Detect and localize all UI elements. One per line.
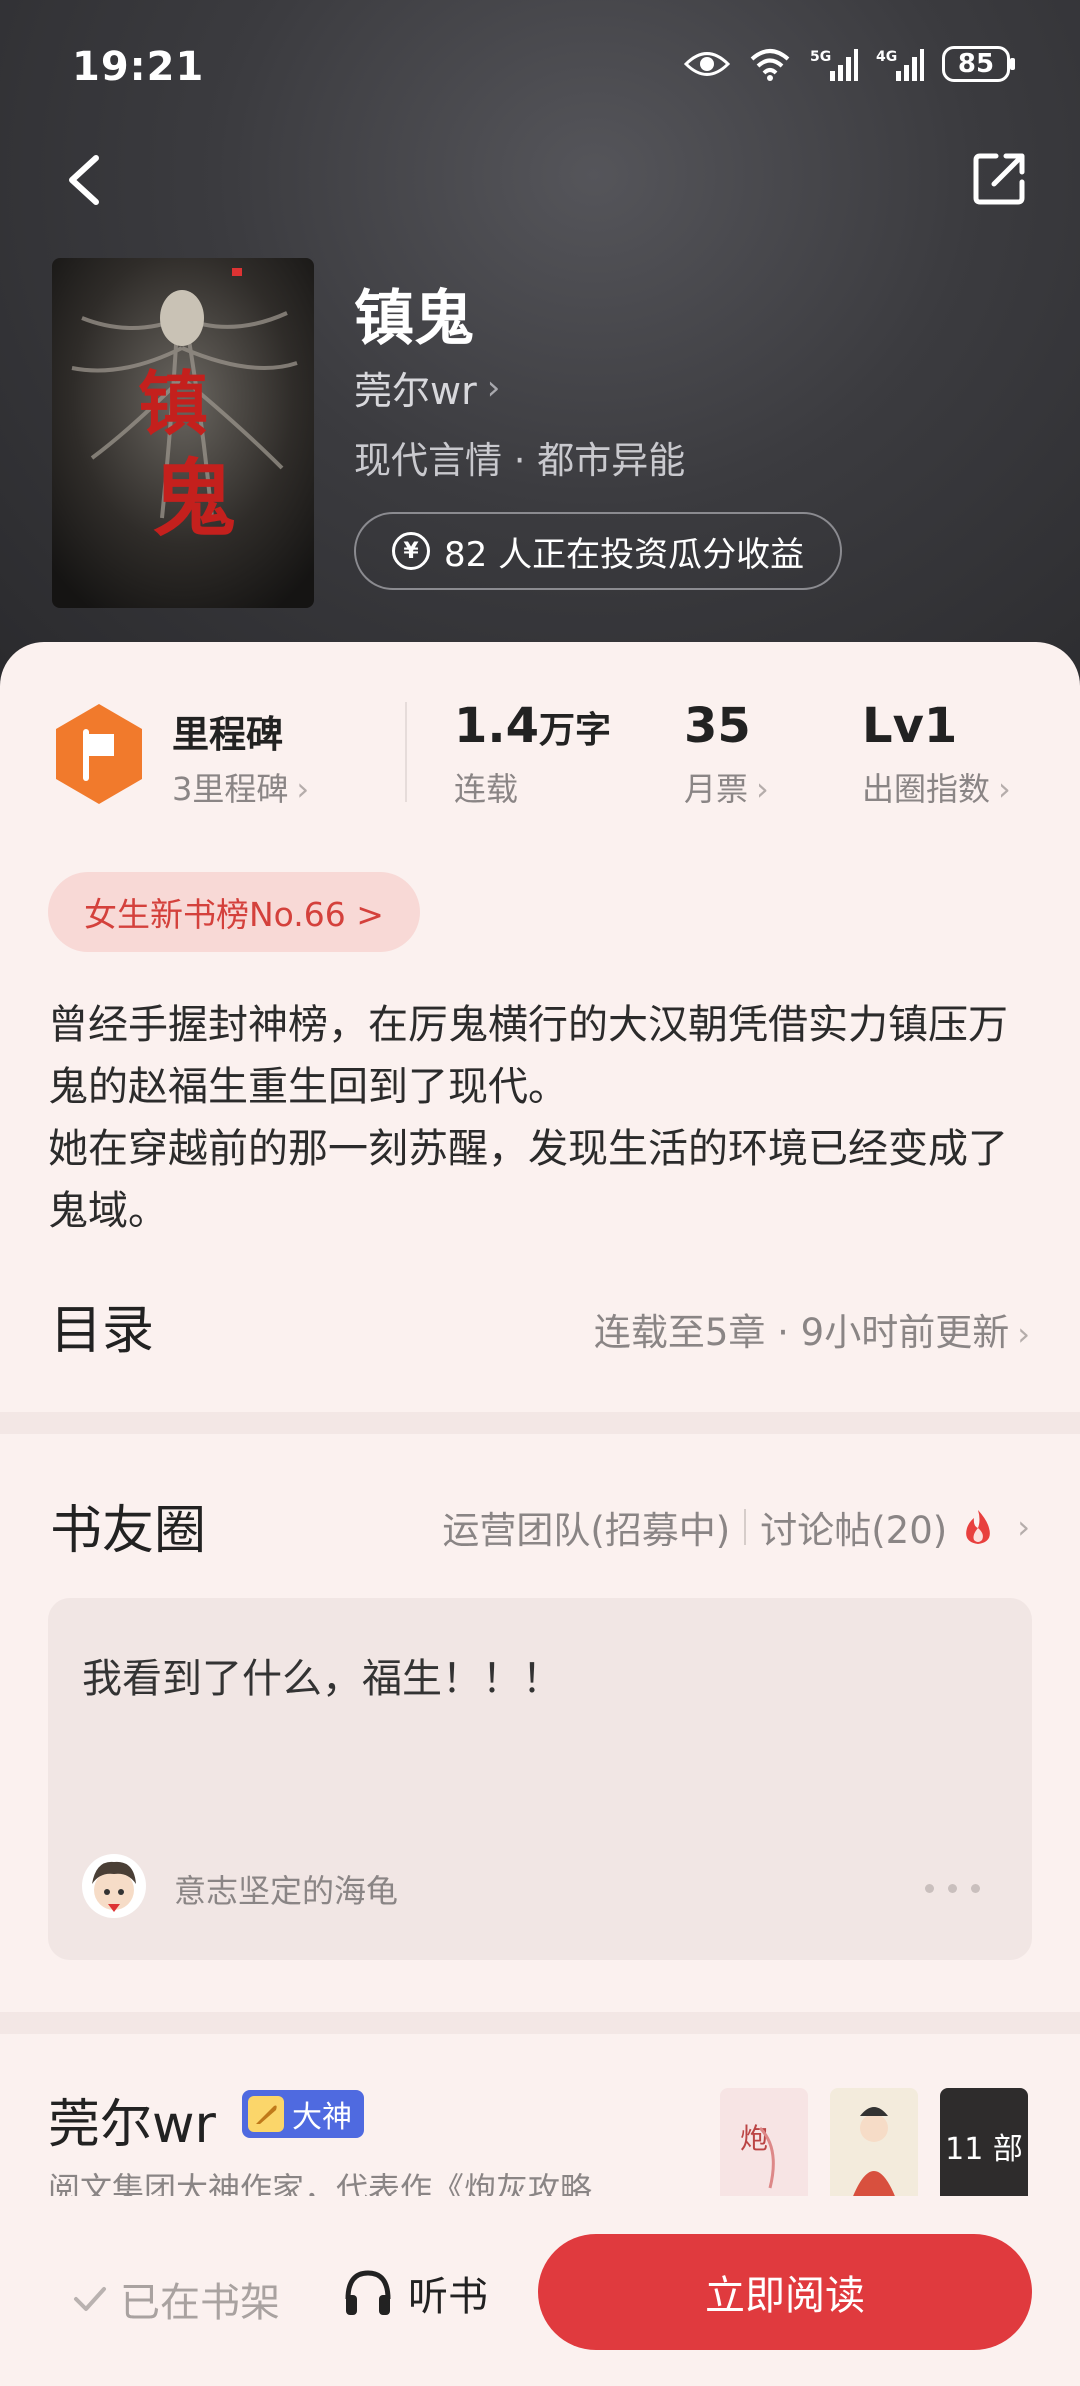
share-icon[interactable] bbox=[970, 148, 1030, 208]
toc-link[interactable]: 连载至5章 · 9小时前更新 › bbox=[594, 1302, 1030, 1356]
chevron-right-icon: › bbox=[756, 770, 769, 808]
great-god-badge: 大神 bbox=[242, 2090, 364, 2138]
section-separator bbox=[0, 2012, 1080, 2034]
popularity-level-value: Lv1 bbox=[862, 698, 958, 754]
work-cover[interactable] bbox=[830, 2088, 918, 2204]
signal-5g-icon: 5G bbox=[810, 49, 858, 81]
book-cover[interactable]: 镇 鬼 bbox=[52, 258, 314, 608]
description-paragraph: 曾经手握封神榜，在厉鬼横行的大汉朝凭借实力镇压万鬼的赵福生重生回到了现代。 bbox=[48, 1002, 1008, 1110]
book-circle-title: 书友圈 bbox=[50, 1501, 207, 1561]
rank-tag[interactable]: 女生新书榜No.66 > bbox=[48, 872, 420, 952]
svg-text:炮: 炮 bbox=[740, 2122, 768, 2155]
on-shelf-button[interactable]: 已在书架 bbox=[72, 2270, 280, 2328]
work-cover[interactable]: 炮 bbox=[720, 2088, 808, 2204]
cover-art: 镇 鬼 bbox=[52, 258, 314, 608]
avatar[interactable] bbox=[82, 1854, 146, 1918]
chevron-right-icon: › bbox=[486, 367, 501, 408]
status-time: 19:21 bbox=[72, 44, 205, 90]
section-separator bbox=[0, 1412, 1080, 1434]
author-section-name[interactable]: 莞尔wr bbox=[48, 2082, 216, 2157]
book-circle-links: 运营团队(招募中) 讨论帖(20) › bbox=[442, 1500, 1030, 1554]
milestone-label: 里程碑 bbox=[172, 713, 283, 756]
headphones-icon bbox=[345, 2270, 391, 2315]
invest-button[interactable]: ¥ 82 人正在投资瓜分收益 bbox=[354, 512, 843, 590]
back-arrow-icon[interactable] bbox=[60, 150, 110, 210]
description-paragraph: 她在穿越前的那一刻苏醒，发现生活的环境已经变成了鬼域。 bbox=[48, 1126, 1008, 1234]
book-title: 镇鬼 bbox=[354, 284, 474, 354]
divider bbox=[744, 1509, 747, 1545]
monthly-ticket-stat[interactable]: 35 月票 › bbox=[684, 698, 769, 810]
circle-post-card[interactable]: 我看到了什么，福生！！！ 意志坚定的海龟 bbox=[48, 1598, 1032, 1960]
chevron-right-icon: › bbox=[296, 770, 310, 808]
more-works-tile[interactable]: 11 部 bbox=[940, 2088, 1028, 2204]
monthly-ticket-value: 35 bbox=[684, 698, 751, 754]
chevron-right-icon[interactable]: › bbox=[1017, 1508, 1030, 1546]
bottom-action-bar: 已在书架 听书 立即阅读 bbox=[0, 2196, 1080, 2386]
cover-title-char: 镇 bbox=[138, 362, 208, 445]
invest-text: 82 人正在投资瓜分收益 bbox=[444, 534, 805, 575]
milestone-count-text: 3里程碑 bbox=[172, 770, 289, 808]
quill-icon bbox=[248, 2096, 284, 2132]
post-text: 我看到了什么，福生！！！ bbox=[82, 1656, 562, 1702]
svg-text:5G: 5G bbox=[810, 49, 831, 65]
wifi-icon bbox=[750, 49, 790, 81]
content-sheet: 里程碑 3里程碑 › 1.4万字 连载 35 月票 › Lv1 出圈指数 › 女生新书… bbox=[0, 642, 1080, 2386]
fire-icon bbox=[966, 1510, 991, 1544]
chevron-right-icon: › bbox=[998, 770, 1011, 808]
book-genre: 现代言情 · 都市异能 bbox=[354, 439, 686, 482]
on-shelf-label: 已在书架 bbox=[120, 2280, 280, 2326]
more-options-icon[interactable] bbox=[925, 1884, 980, 1893]
milestone-count[interactable]: 3里程碑 › bbox=[172, 764, 309, 810]
battery-indicator: 85 bbox=[942, 46, 1015, 82]
word-count-label: 连载 bbox=[454, 770, 519, 808]
read-now-button[interactable]: 立即阅读 bbox=[538, 2234, 1032, 2350]
works-count: 11 部 bbox=[945, 2132, 1023, 2167]
chevron-right-icon: › bbox=[1017, 1315, 1030, 1353]
book-description[interactable]: 曾经手握封神榜，在厉鬼横行的大汉朝凭借实力镇压万鬼的赵福生重生回到了现代。 她在… bbox=[48, 994, 1038, 1242]
status-bar: 19:21 5G 4G 85 bbox=[0, 40, 1080, 100]
author-name: 莞尔wr bbox=[354, 369, 477, 413]
discussion-link[interactable]: 讨论帖(20) bbox=[760, 1500, 947, 1554]
word-count-stat: 1.4万字 连载 bbox=[454, 698, 611, 810]
toc-title: 目录 bbox=[50, 1301, 155, 1361]
cover-title-char: 鬼 bbox=[152, 449, 236, 548]
listen-label: 听书 bbox=[408, 2274, 488, 2320]
toc-meta-text: 连载至5章 · 9小时前更新 bbox=[593, 1311, 1010, 1354]
status-icons: 5G 4G 85 bbox=[684, 46, 1015, 82]
word-count-unit: 万字 bbox=[539, 710, 612, 751]
author-link[interactable]: 莞尔wr › bbox=[354, 360, 500, 415]
divider bbox=[405, 702, 407, 802]
eye-icon bbox=[684, 52, 730, 76]
post-username[interactable]: 意志坚定的海龟 bbox=[174, 1866, 398, 1912]
signal-4g-icon: 4G bbox=[876, 49, 924, 81]
popularity-index-stat[interactable]: Lv1 出圈指数 › bbox=[862, 698, 1011, 810]
svg-text:4G: 4G bbox=[876, 49, 897, 65]
listen-button[interactable]: 听书 bbox=[340, 2264, 488, 2322]
milestone-flag-icon[interactable] bbox=[52, 702, 146, 806]
ops-team-link[interactable]: 运营团队(招募中) bbox=[442, 1500, 730, 1554]
yuan-coin-icon: ¥ bbox=[392, 532, 430, 570]
author-works[interactable]: 炮 11 部 bbox=[720, 2088, 1028, 2204]
monthly-ticket-label: 月票 bbox=[684, 770, 749, 808]
badge-text: 大神 bbox=[292, 2100, 352, 2135]
popularity-index-label: 出圈指数 bbox=[862, 770, 991, 808]
word-count-value: 1.4 bbox=[454, 698, 540, 754]
check-icon bbox=[74, 2287, 106, 2311]
